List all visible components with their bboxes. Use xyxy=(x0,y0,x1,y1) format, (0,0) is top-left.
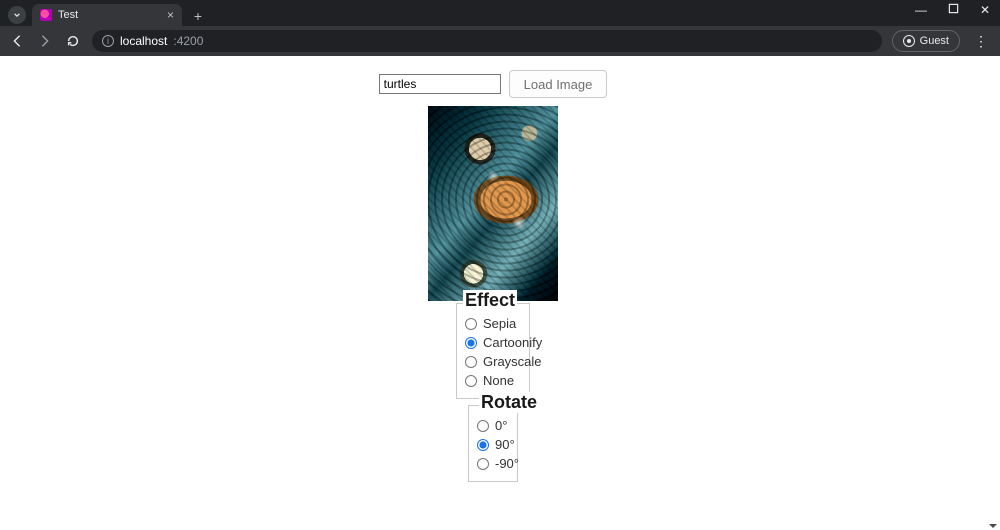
rotate-option-neg90: -90° xyxy=(477,454,499,473)
window-controls: — ✕ xyxy=(912,3,994,17)
page-viewport[interactable]: Load Image Effect Sepia Cartoonify Grays… xyxy=(0,56,1000,530)
tab-favicon-icon xyxy=(40,9,52,21)
browser-toolbar: i localhost :4200 Guest ⋮ xyxy=(0,26,1000,56)
effect-group: Effect Sepia Cartoonify Grayscale None xyxy=(456,303,530,399)
window-minimize-button[interactable]: — xyxy=(912,3,930,17)
url-host: localhost xyxy=(120,34,167,48)
effect-option-sepia: Sepia xyxy=(465,314,511,333)
rotate-option-90: 90° xyxy=(477,435,499,454)
result-image xyxy=(428,106,558,301)
effect-legend: Effect xyxy=(463,290,517,311)
rotate-option-0: 0° xyxy=(477,416,499,435)
site-info-icon[interactable]: i xyxy=(102,35,114,47)
rotate-radio-neg90[interactable] xyxy=(477,458,489,470)
browser-chrome: Test × + — ✕ i localhost :4200 Guest xyxy=(0,0,1000,56)
effect-label-cartoonify[interactable]: Cartoonify xyxy=(483,335,542,350)
nav-back-button[interactable] xyxy=(8,32,26,50)
scroll-spacer xyxy=(0,482,986,530)
tab-strip: Test × + — ✕ xyxy=(0,0,1000,26)
rotate-label-neg90[interactable]: -90° xyxy=(495,456,519,471)
load-image-button[interactable]: Load Image xyxy=(509,70,608,98)
browser-tab[interactable]: Test × xyxy=(32,4,182,26)
scrollbar-down-icon xyxy=(988,518,998,528)
address-bar[interactable]: i localhost :4200 xyxy=(92,30,882,52)
window-close-button[interactable]: ✕ xyxy=(976,3,994,17)
rotate-label-90[interactable]: 90° xyxy=(495,437,515,452)
browser-menu-button[interactable]: ⋮ xyxy=(970,33,992,50)
tab-close-icon[interactable]: × xyxy=(167,9,174,21)
effect-radio-cartoonify[interactable] xyxy=(465,337,477,349)
tabs-dropdown-icon[interactable] xyxy=(8,6,26,24)
rotate-radio-0[interactable] xyxy=(477,420,489,432)
nav-reload-button[interactable] xyxy=(64,32,82,50)
window-maximize-button[interactable] xyxy=(944,3,962,17)
effect-radio-sepia[interactable] xyxy=(465,318,477,330)
effect-label-none[interactable]: None xyxy=(483,373,514,388)
effect-label-grayscale[interactable]: Grayscale xyxy=(483,354,542,369)
url-port: :4200 xyxy=(173,34,203,48)
guest-icon xyxy=(903,35,915,47)
rotate-group: Rotate 0° 90° -90° xyxy=(468,405,518,482)
effect-label-sepia[interactable]: Sepia xyxy=(483,316,516,331)
effect-radio-grayscale[interactable] xyxy=(465,356,477,368)
nav-forward-button[interactable] xyxy=(36,32,54,50)
guest-label: Guest xyxy=(920,35,949,47)
guest-profile-button[interactable]: Guest xyxy=(892,30,960,52)
tab-title: Test xyxy=(58,9,161,21)
rotate-label-0[interactable]: 0° xyxy=(495,418,507,433)
page-content: Load Image Effect Sepia Cartoonify Grays… xyxy=(0,56,986,530)
rotate-legend: Rotate xyxy=(479,392,539,413)
search-input[interactable] xyxy=(379,74,501,94)
effect-radio-none[interactable] xyxy=(465,375,477,387)
effect-option-none: None xyxy=(465,371,511,390)
search-row: Load Image xyxy=(379,70,608,98)
effect-option-grayscale: Grayscale xyxy=(465,352,511,371)
new-tab-button[interactable]: + xyxy=(188,6,208,26)
rotate-radio-90[interactable] xyxy=(477,439,489,451)
effect-option-cartoonify: Cartoonify xyxy=(465,333,511,352)
